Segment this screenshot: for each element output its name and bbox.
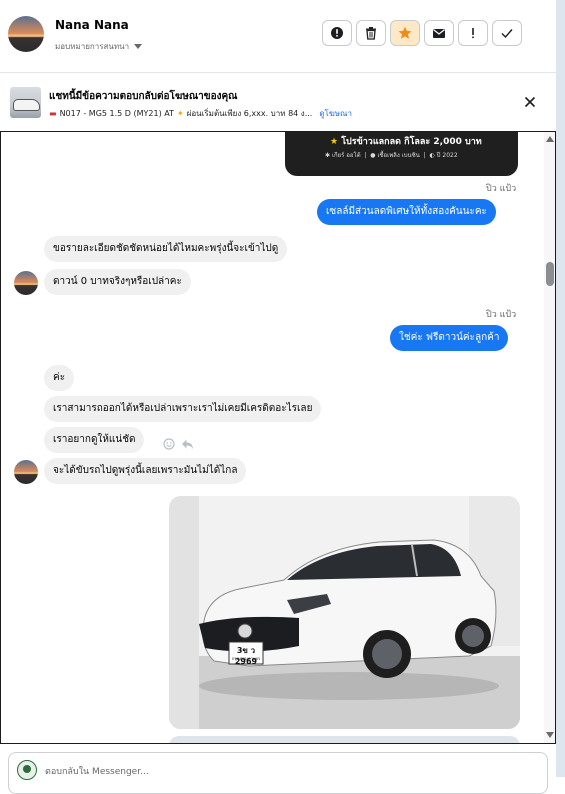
- conversation-header: Nana Nana มอบหมายการสนทนา: [0, 0, 556, 73]
- scrollbar[interactable]: [544, 132, 555, 743]
- mark-unread-button[interactable]: [424, 20, 454, 46]
- close-icon: [524, 96, 536, 108]
- ad-banner-subtitle: ▬ N017 - MG5 1.5 D (MY21) AT ✦ ผ่อนเริ่ม…: [49, 107, 352, 120]
- trash-icon: [366, 27, 376, 40]
- reply-input[interactable]: ตอบกลับใน Messenger...: [45, 764, 149, 778]
- avatar[interactable]: [14, 460, 38, 484]
- seen-status: ปิว แป้ว: [486, 310, 517, 320]
- action-toolbar: [322, 20, 522, 46]
- view-ad-link[interactable]: ดูโฆษณา: [319, 107, 352, 120]
- ad-banner-title: แชทนี้มีข้อความตอบกลับต่อโฆษณาของคุณ: [49, 91, 238, 102]
- message-incoming[interactable]: จะได้ขับรถไปดูพรุ่งนี้เลยเพราะมันไม่ได้ไ…: [44, 458, 247, 484]
- star-button[interactable]: [390, 20, 420, 46]
- ad-reply-banner: แชทนี้มีข้อความตอบกลับต่อโฆษณาของคุณ ▬ N…: [0, 73, 556, 131]
- chevron-down-icon: [134, 44, 143, 49]
- license-plate-province: กรุงเทพมหานคร: [231, 656, 261, 661]
- message-thread[interactable]: ★ โปรข้าวแลกลด กิโลละ 2,000 บาท ✱ เกียร์…: [0, 131, 556, 744]
- exclamation-icon: [472, 28, 474, 39]
- car-photo[interactable]: 3ข ว 2969 กรุงเทพมหานคร: [169, 496, 520, 729]
- check-icon: [501, 29, 513, 39]
- message-incoming[interactable]: ดาวน์ 0 บาทจริงๆหรือเปล่าคะ: [44, 269, 191, 295]
- scroll-up-icon[interactable]: [546, 136, 554, 142]
- done-button[interactable]: [492, 20, 522, 46]
- message-incoming[interactable]: ขอรายละเอียดชัดชัดหน่อยได้ไหมคะพรุ่งนี้จ…: [44, 236, 288, 262]
- contact-name[interactable]: Nana Nana: [55, 18, 129, 32]
- assign-label: มอบหมายการสนทนา: [55, 42, 130, 51]
- mail-icon: [433, 29, 445, 38]
- follow-up-button[interactable]: [458, 20, 488, 46]
- promo-gear: เกียร์ ออโต้: [331, 152, 361, 159]
- avatar[interactable]: [8, 16, 44, 52]
- promo-headline: ★ โปรข้าวแลกลด กิโลละ 2,000 บาท: [330, 137, 482, 147]
- reply-composer[interactable]: ตอบกลับใน Messenger...: [8, 752, 548, 794]
- avatar[interactable]: [14, 271, 38, 295]
- car-image: [169, 496, 520, 729]
- star-icon: [398, 26, 412, 39]
- message-actions: [163, 438, 194, 450]
- sparkle-icon: ✦: [176, 109, 184, 118]
- star-icon: ★: [330, 137, 339, 147]
- reply-icon[interactable]: [181, 438, 194, 450]
- seen-status: ปิว แป้ว: [486, 184, 517, 194]
- message-incoming[interactable]: เราอยากดูให้แน่ชัด: [44, 427, 145, 453]
- message-incoming[interactable]: เราสามารถออกได้หรือเปล่าเพราะเราไม่เคยมี…: [44, 396, 322, 422]
- promo-specs: ✱ เกียร์ ออโต้ | ● เชื้อเพลิง เบนซิน | ◐…: [325, 152, 458, 159]
- ad-thumbnail[interactable]: [10, 87, 41, 118]
- car-icon: ▬: [49, 109, 57, 118]
- gear-icon: ✱: [325, 152, 331, 159]
- message-incoming[interactable]: ค่ะ: [44, 365, 75, 391]
- message-outgoing[interactable]: เซลล์มีส่วนลดพิเศษให้ทั้งสองคันนะคะ: [317, 199, 496, 225]
- promo-fuel: เชื้อเพลิง เบนซิน: [377, 152, 420, 159]
- message-outgoing[interactable]: ใช่ค่ะ ฟรีดาวน์ค่ะลูกค้า: [390, 325, 509, 351]
- alert-circle-icon: [331, 27, 343, 39]
- ad-product-name: N017 - MG5 1.5 D (MY21) AT: [59, 109, 174, 118]
- next-attachment[interactable]: [169, 736, 520, 743]
- mark-spam-button[interactable]: [322, 20, 352, 46]
- ad-product-detail: ผ่อนเริ่มต้นเพียง 6,xxx. บาท 84 ง...: [186, 109, 313, 118]
- page-avatar: [17, 760, 37, 780]
- close-banner-button[interactable]: [522, 94, 538, 110]
- scroll-down-icon[interactable]: [546, 732, 554, 738]
- window-edge: [556, 0, 565, 777]
- scroll-thumb[interactable]: [546, 262, 554, 286]
- assign-conversation-dropdown[interactable]: มอบหมายการสนทนา: [55, 40, 143, 53]
- delete-button[interactable]: [356, 20, 386, 46]
- calendar-icon: ◐: [429, 152, 435, 159]
- fuel-icon: ●: [370, 152, 376, 159]
- promo-year: ปี 2022: [436, 152, 458, 159]
- promo-card[interactable]: ★ โปรข้าวแลกลด กิโลละ 2,000 บาท ✱ เกียร์…: [285, 132, 518, 176]
- smiley-icon[interactable]: [163, 438, 175, 450]
